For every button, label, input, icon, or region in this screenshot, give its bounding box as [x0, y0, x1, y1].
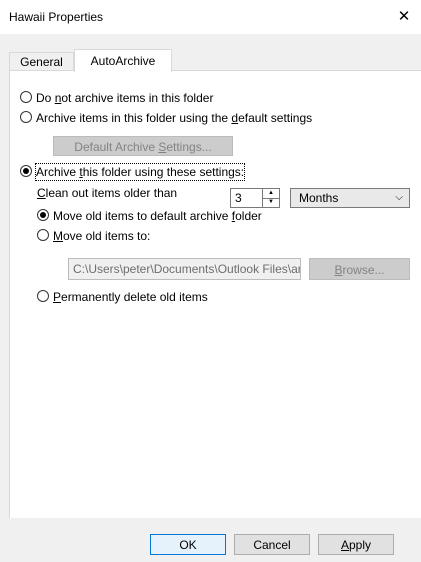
age-value-input[interactable]: 3: [230, 188, 263, 208]
do-not-archive-label: Do not archive items in this folder: [36, 91, 214, 105]
permanently-delete-label: Permanently delete old items: [53, 290, 208, 304]
apply-button[interactable]: Apply: [318, 534, 394, 555]
tab-general[interactable]: General: [9, 52, 74, 72]
archive-default-radio[interactable]: [20, 111, 32, 123]
chevron-down-icon: ⌵: [395, 192, 403, 203]
ok-button[interactable]: OK: [150, 534, 226, 555]
permanently-delete-radio[interactable]: [37, 290, 49, 302]
browse-button[interactable]: Browse...: [309, 258, 410, 280]
archive-default-label: Archive items in this folder using the d…: [36, 111, 313, 125]
move-default-label: Move old items to default archive folder: [53, 209, 262, 223]
move-to-label: Move old items to:: [53, 229, 151, 243]
spin-down-icon[interactable]: ▼: [263, 198, 279, 207]
tab-autoarchive[interactable]: AutoArchive: [74, 49, 172, 72]
move-to-radio[interactable]: [37, 229, 49, 241]
archive-these-settings-radio[interactable]: [20, 165, 32, 177]
archive-path-field[interactable]: C:\Users\peter\Documents\Outlook Files\a…: [68, 258, 301, 280]
clean-out-label: Clean out items older than: [37, 186, 178, 200]
cancel-button[interactable]: Cancel: [234, 534, 310, 555]
archive-these-settings-label: Archive this folder using these settings…: [34, 163, 246, 181]
autoarchive-panel: Do not archive items in this folder Arch…: [9, 70, 421, 518]
close-icon[interactable]: ✕: [389, 3, 419, 31]
age-spinner[interactable]: ▲ ▼: [263, 188, 280, 208]
move-default-radio[interactable]: [37, 209, 49, 221]
do-not-archive-radio[interactable]: [20, 91, 32, 103]
age-unit-select[interactable]: Months ⌵: [290, 188, 410, 208]
default-archive-settings-button[interactable]: Default Archive Settings...: [53, 136, 233, 156]
title-bar: Hawaii Properties ✕: [0, 0, 421, 34]
age-unit-value: Months: [299, 191, 339, 205]
properties-dialog: Hawaii Properties ✕ General AutoArchive …: [0, 0, 421, 562]
window-title: Hawaii Properties: [9, 10, 104, 24]
